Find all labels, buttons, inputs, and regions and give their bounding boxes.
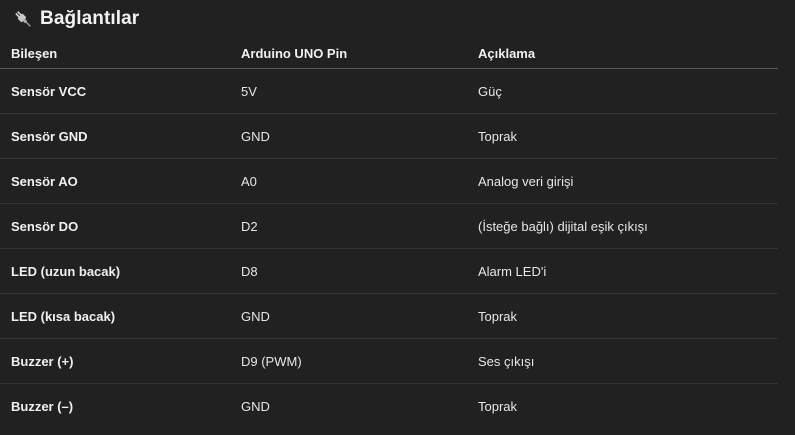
table-header-row: Bileşen Arduino UNO Pin Açıklama [0,38,778,69]
cell-component: Sensör DO [0,203,230,249]
section-heading: Bağlantılar [12,6,139,32]
cell-component: Sensör GND [0,113,230,159]
column-header-description: Açıklama [467,38,778,69]
cell-component: Sensör VCC [0,68,230,114]
cell-component: LED (kısa bacak) [0,293,230,339]
cell-description: Ses çıkışı [467,338,778,384]
cell-pin: A0 [230,158,467,204]
table-row: Sensör AO A0 Analog veri girişi [0,158,778,204]
section-title: Bağlantılar [40,8,140,29]
cell-pin: GND [230,113,467,159]
cell-component: LED (uzun bacak) [0,248,230,294]
cell-description: Güç [467,68,778,114]
table-row: Sensör GND GND Toprak [0,113,778,159]
cell-pin: GND [230,293,467,339]
cell-description: Toprak [467,113,778,159]
table-row: Buzzer (+) D9 (PWM) Ses çıkışı [0,338,778,384]
cell-description: Toprak [478,398,518,414]
cell-description: Alarm LED'i [467,248,778,294]
plug-icon [12,8,34,30]
cell-description: Analog veri girişi [467,158,778,204]
table-row: Buzzer (–) GND Toprak [0,384,778,429]
cell-component: Buzzer (+) [0,338,230,384]
column-header-component: Bileşen [0,38,230,69]
table-row: LED (kısa bacak) GND Toprak [0,293,778,339]
table-row: LED (uzun bacak) D8 Alarm LED'i [0,248,778,294]
connections-table: Bileşen Arduino UNO Pin Açıklama Sensör … [0,38,778,428]
cell-component: Buzzer (–) [11,398,74,414]
cell-component: Sensör AO [0,158,230,204]
table-row: Sensör DO D2 (İsteğe bağlı) dijital eşik… [0,203,778,249]
cell-pin: D2 [230,203,467,249]
cell-pin: GND [241,398,270,414]
cell-pin: 5V [230,68,467,114]
cell-description: Toprak [467,293,778,339]
connections-section: Bağlantılar Bileşen Arduino UNO Pin Açık… [0,0,795,435]
table-row: Sensör VCC 5V Güç [0,68,778,114]
cell-description: (İsteğe bağlı) dijital eşik çıkışı [467,203,778,249]
column-header-pin: Arduino UNO Pin [230,38,467,69]
cell-pin: D9 (PWM) [230,338,467,384]
cell-pin: D8 [230,248,467,294]
